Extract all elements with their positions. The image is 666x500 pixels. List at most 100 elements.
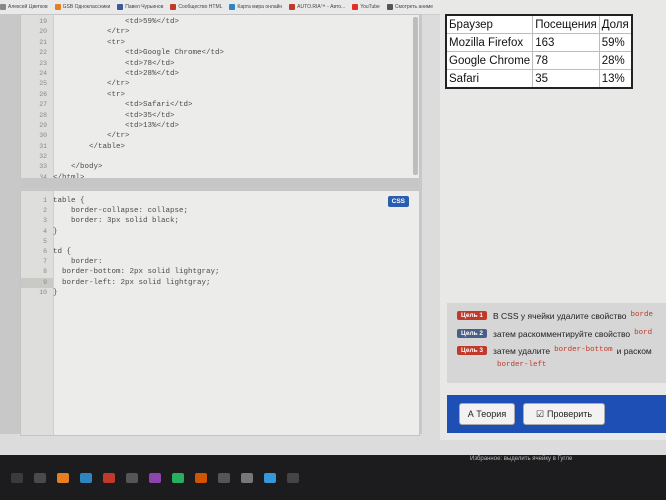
code-text[interactable]: } <box>53 227 58 237</box>
line-number: 27 <box>39 101 47 109</box>
taskbar-app-icon[interactable] <box>11 472 23 483</box>
code-text[interactable]: table { <box>53 196 85 206</box>
css-editor-lines[interactable]: 1 table {2 border-collapse: collapse; 3 bo… <box>21 196 419 298</box>
taskbar-app-icon[interactable] <box>172 472 184 483</box>
taskbar-app-icon[interactable] <box>241 472 253 483</box>
code-text[interactable]: <td>Safari</td> <box>53 100 193 110</box>
task-3-code2: border-left <box>497 361 547 369</box>
code-line[interactable]: 21 <tr> <box>21 38 419 48</box>
bookmark-item[interactable]: Сообщество HTML <box>170 4 222 10</box>
code-line[interactable]: 28 <td>35</td> <box>21 111 419 121</box>
line-number: 2 <box>43 207 47 215</box>
code-line[interactable]: 23 <td>78</td> <box>21 59 419 69</box>
task-2-code: bord <box>634 329 653 337</box>
code-line[interactable]: 5 <box>21 237 419 247</box>
code-text[interactable]: <td>35</td> <box>53 111 175 121</box>
bookmark-favicon-icon <box>289 4 296 10</box>
code-line[interactable]: 3 border: 3px solid black; <box>21 216 419 226</box>
line-number: 6 <box>43 247 47 255</box>
code-text[interactable]: <td>Google Chrome</td> <box>53 48 224 58</box>
code-line[interactable]: 27 <td>Safari</td> <box>21 100 419 110</box>
table-row: Mozilla Firefox 163 59% <box>445 33 632 52</box>
table-header-row: Браузер Посещения Доля <box>445 15 632 34</box>
bookmark-item[interactable]: Алексей Цветков <box>0 4 48 10</box>
line-number: 1 <box>43 197 47 204</box>
code-text[interactable]: } <box>53 288 58 298</box>
code-text[interactable]: </body> <box>53 162 103 172</box>
code-text[interactable]: <tr> <box>53 90 125 100</box>
code-line[interactable]: 9 border-left: 2px solid lightgray; <box>21 277 419 288</box>
code-text[interactable]: <td>59%</td> <box>53 17 179 27</box>
taskbar-app-icon[interactable] <box>57 472 69 483</box>
taskbar-app-icon[interactable] <box>103 472 115 483</box>
code-line[interactable]: 22 <td>Google Chrome</td> <box>21 48 419 58</box>
code-line[interactable]: 20 </tr> <box>21 27 419 37</box>
taskbar-app-icon[interactable] <box>34 472 46 483</box>
css-badge: CSS <box>387 196 409 207</box>
taskbar-app-icon[interactable] <box>264 472 276 483</box>
taskbar-app-icon[interactable] <box>126 472 138 483</box>
code-line[interactable]: 32 <box>21 152 419 162</box>
bookmark-item[interactable]: Карта мира онлайн <box>229 4 282 10</box>
taskbar-app-icon[interactable] <box>195 472 207 483</box>
code-text[interactable]: </tr> <box>53 131 130 141</box>
code-line[interactable]: 25 </tr> <box>21 79 419 89</box>
code-text[interactable]: </table> <box>53 142 125 152</box>
taskbar-app-icon[interactable] <box>80 472 92 483</box>
bookmark-label: GSB Одноклассники <box>62 4 111 10</box>
bookmark-item[interactable]: YouTube <box>352 4 380 10</box>
code-text[interactable]: <td>13%</td> <box>53 121 179 131</box>
line-number: 7 <box>43 258 47 266</box>
code-line[interactable]: 2 border-collapse: collapse; <box>21 206 419 216</box>
code-text[interactable]: <tr> <box>53 38 125 48</box>
code-line[interactable]: 30 </tr> <box>21 131 419 141</box>
html-editor-scrollbar[interactable] <box>413 17 418 175</box>
code-line[interactable]: 7 border: <box>21 257 419 267</box>
line-number: 25 <box>39 80 47 88</box>
code-text[interactable]: border-collapse: collapse; <box>53 206 188 216</box>
theory-button[interactable]: А Теория <box>459 403 515 425</box>
code-line[interactable]: 31 </table> <box>21 142 419 152</box>
table-cell: Доля <box>598 15 632 34</box>
code-line[interactable]: 29 <td>13%</td> <box>21 121 419 131</box>
code-line[interactable]: 10} <box>21 288 419 298</box>
code-text[interactable]: <td>28%</td> <box>53 69 179 79</box>
taskbar-app-icon[interactable] <box>218 472 230 483</box>
code-text[interactable]: </tr> <box>53 79 130 89</box>
code-text[interactable]: </tr> <box>53 27 130 37</box>
task-3-badge: Цель 3 <box>457 346 487 355</box>
css-editor[interactable]: 1 table {2 border-collapse: collapse; 3 bo… <box>20 190 420 436</box>
bookmark-item[interactable]: AUTO.RIA™ - Авто... <box>289 4 345 10</box>
code-line[interactable]: 1 table { <box>21 196 419 206</box>
line-number: 31 <box>39 142 47 150</box>
code-text[interactable]: border-bottom: 2px solid lightgray; <box>53 267 220 277</box>
code-line[interactable]: 26 <tr> <box>21 90 419 100</box>
taskbar-app-icon[interactable] <box>149 472 161 483</box>
html-editor[interactable]: 19 <td>59%</td> 20 </tr> 21 <tr> 22 <td>Goo… <box>20 14 420 182</box>
code-text[interactable]: td { <box>53 247 71 257</box>
bookmark-label: Смотреть аниме <box>394 4 434 10</box>
line-number: 30 <box>39 132 47 140</box>
code-text[interactable]: <td>78</td> <box>53 59 175 69</box>
code-text[interactable]: border: 3px solid black; <box>53 216 179 226</box>
code-line[interactable]: 24 <td>28%</td> <box>21 69 419 79</box>
line-number: 8 <box>43 268 47 276</box>
code-line[interactable]: 19 <td>59%</td> <box>21 17 419 27</box>
bookmark-item[interactable]: Павел Чурьинов <box>117 4 163 10</box>
editor-splitter[interactable] <box>20 178 418 188</box>
code-text[interactable]: border: <box>53 257 103 267</box>
check-button[interactable]: ☑ Проверить <box>523 403 605 425</box>
bookmark-item[interactable]: GSB Одноклассники <box>54 4 111 10</box>
code-line[interactable]: 4} <box>21 227 419 237</box>
code-text[interactable]: border-left: 2px solid lightgray; <box>53 278 211 288</box>
html-editor-lines[interactable]: 19 <td>59%</td> 20 </tr> 21 <tr> 22 <td>Goo… <box>21 17 419 183</box>
code-line[interactable]: 33 </body> <box>21 162 419 172</box>
line-number: 20 <box>39 28 47 36</box>
line-number: 9 <box>21 277 53 288</box>
table-cell: 13% <box>598 69 632 89</box>
code-line[interactable]: 8 border-bottom: 2px solid lightgray; <box>21 267 419 277</box>
bookmark-item[interactable]: Смотреть аниме <box>386 4 434 10</box>
code-line[interactable]: 6 td { <box>21 247 419 257</box>
taskbar-app-icon[interactable] <box>287 472 299 483</box>
task-2: Цель 2 затем раскомментируйте свойство b… <box>457 329 652 339</box>
